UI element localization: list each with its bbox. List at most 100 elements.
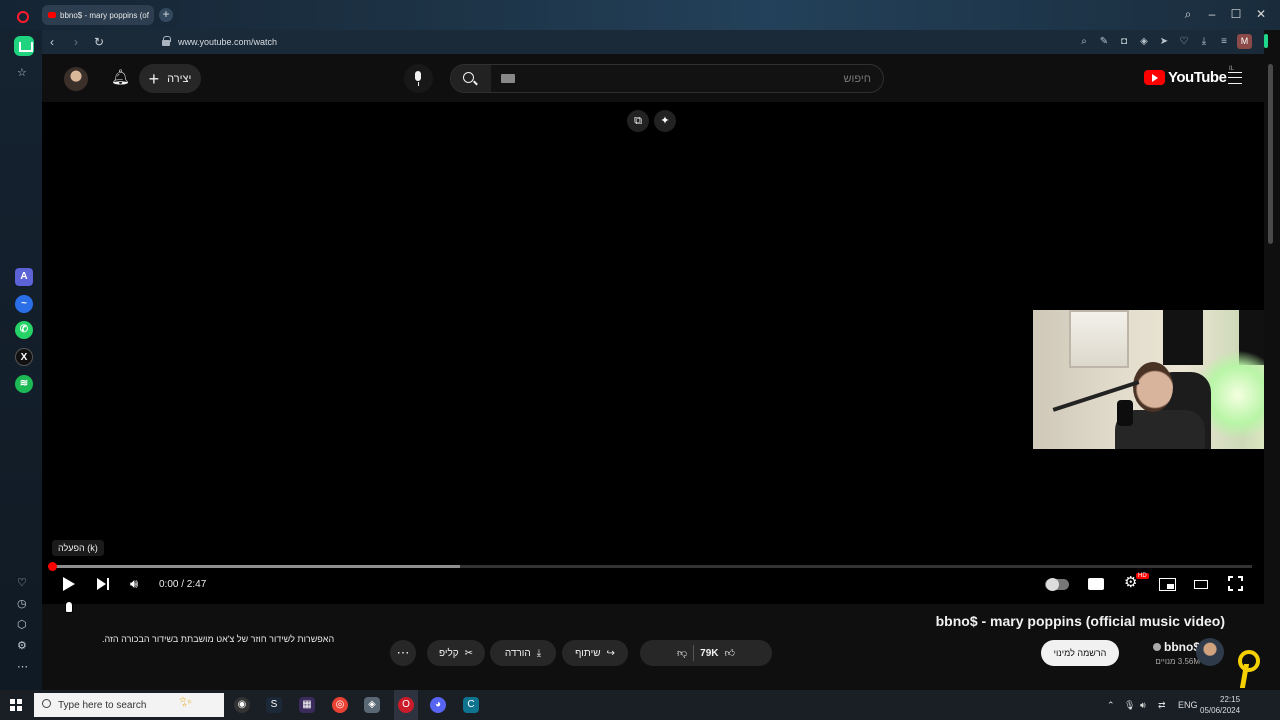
camera-icon[interactable]: ◘ — [1118, 36, 1130, 47]
spotify-icon[interactable]: ≋ — [15, 375, 33, 393]
lock-icon[interactable] — [162, 36, 171, 46]
whatsapp-icon[interactable]: ✆ — [15, 321, 33, 339]
app-icon[interactable]: ▦ — [299, 697, 315, 713]
like-count[interactable]: 79K — [700, 648, 718, 659]
dislike-icon[interactable]: 👎︎ — [677, 647, 687, 659]
clip-button[interactable]: קליפ ✂ — [427, 640, 485, 666]
discord-icon[interactable]: ◕ — [430, 697, 446, 713]
subscriber-count: 3.56M מנויים — [1155, 657, 1200, 666]
plus-icon: + — [148, 68, 160, 89]
bell-icon[interactable]: 🔔︎ — [111, 68, 130, 86]
play-button[interactable] — [62, 574, 76, 594]
url-field[interactable]: www.youtube.com/watch — [178, 37, 277, 47]
chrome-icon[interactable]: ◎ — [332, 697, 348, 713]
hd-badge: HD — [1136, 573, 1149, 579]
scrollbar-thumb[interactable] — [1268, 64, 1273, 244]
youtube-logo-text: YouTube — [1168, 69, 1227, 86]
obs-icon[interactable]: ◉ — [234, 697, 250, 713]
search-icon — [42, 699, 51, 708]
opera-sidebar: ☆ A ~ ✆ X ≋ ♡ ◷ ⬡ ⚙ ⋯ — [0, 30, 42, 690]
edit-icon[interactable]: ✎ — [1098, 36, 1110, 47]
channel-avatar[interactable] — [1196, 638, 1224, 666]
next-button[interactable] — [96, 574, 112, 594]
steam-icon[interactable]: S — [266, 697, 282, 713]
progress-bar[interactable] — [52, 565, 1252, 568]
taskbar-clock[interactable]: 22:15 05/06/2024 — [1200, 694, 1240, 716]
download-button[interactable]: הורדה ⤓ — [490, 640, 556, 666]
favorites-icon[interactable]: ♡ — [17, 576, 27, 589]
like-icon[interactable]: 👍︎ — [725, 647, 735, 659]
account-avatar[interactable] — [64, 67, 88, 91]
video-player[interactable]: ⧉ ✦ הפעלה (k) 🔊︎ 0:00 / 2:47 ⚙ HD — [42, 102, 1264, 604]
reload-icon[interactable]: ↻ — [94, 35, 104, 49]
windows-start-icon[interactable] — [10, 699, 22, 711]
volume-tray-icon[interactable]: 🔊︎ — [1140, 700, 1146, 711]
youtube-logo[interactable]: YouTube — [1144, 69, 1227, 86]
keyboard-icon[interactable] — [501, 74, 515, 83]
autoplay-toggle[interactable] — [1045, 578, 1069, 591]
tab-youtube[interactable]: bbno$ - mary poppins (of — [42, 5, 154, 25]
menu-icon[interactable] — [1228, 72, 1242, 84]
x-icon[interactable]: X — [15, 348, 33, 366]
youtube-page: 🔔︎ יצירה + YouTube IL ⧉ ✦ — [42, 54, 1264, 690]
pin-icon[interactable]: ☆ — [17, 66, 27, 79]
messenger-icon[interactable]: ~ — [15, 295, 33, 313]
fullscreen-icon[interactable] — [1228, 576, 1243, 591]
search-input[interactable] — [521, 69, 871, 88]
voice-search-button[interactable] — [404, 64, 433, 93]
more-actions-button[interactable]: ⋯ — [390, 640, 416, 666]
create-button[interactable]: יצירה + — [139, 64, 201, 93]
search-button[interactable] — [451, 65, 491, 92]
profile-avatar[interactable]: M — [1237, 34, 1252, 49]
minimize-button[interactable]: – — [1204, 7, 1220, 21]
download-icon[interactable]: ⤓ — [1198, 36, 1210, 47]
more-icon[interactable]: ⋯ — [17, 660, 28, 673]
opera-logo-icon[interactable] — [17, 11, 29, 23]
home-icon[interactable] — [14, 36, 34, 56]
miniplayer-icon[interactable] — [1159, 578, 1176, 591]
opera-taskbar-icon[interactable]: O — [398, 697, 414, 713]
ai-sparkle-icon[interactable]: ✦ — [654, 110, 676, 132]
like-dislike-group: 👎︎ 79K 👍︎ — [640, 640, 772, 666]
subtitles-icon[interactable] — [1088, 578, 1104, 590]
volume-icon[interactable]: 🔊︎ — [130, 574, 148, 594]
channel-name-row[interactable]: bbno$ — [1140, 640, 1200, 654]
extensions-icon[interactable]: ⬡ — [17, 618, 27, 631]
language-indicator[interactable]: ENG — [1178, 700, 1198, 710]
mic-tray-icon[interactable]: 🎙︎ — [1124, 700, 1135, 711]
opera-ai-indicator[interactable] — [1264, 34, 1268, 48]
channel-name: bbno$ — [1164, 640, 1200, 654]
webcam-overlay — [1033, 310, 1264, 449]
theater-mode-icon[interactable] — [1194, 580, 1208, 589]
lens-icon[interactable]: ⌕ — [1078, 36, 1090, 47]
send-icon[interactable]: ➤ — [1158, 36, 1170, 47]
new-tab-button[interactable]: + — [159, 8, 173, 22]
network-icon[interactable]: ⇄ — [1158, 700, 1166, 711]
share-button[interactable]: שיתוף ↪ — [562, 640, 628, 666]
tray-chevron-icon[interactable]: ⌃ — [1107, 700, 1115, 711]
forward-icon[interactable]: › — [74, 35, 78, 49]
subscribe-button[interactable]: הרשמה למינוי — [1041, 640, 1119, 666]
share-icon: ↪ — [606, 647, 615, 659]
taskbar-search[interactable]: Type here to search ✨︎ — [34, 693, 224, 717]
back-icon[interactable]: ‹ — [50, 35, 54, 49]
settings-icon[interactable]: ⚙ — [17, 639, 27, 652]
page-scrollbar[interactable] — [1264, 54, 1280, 690]
time-display: 0:00 / 2:47 — [159, 579, 207, 590]
mouse-cursor-icon — [65, 601, 73, 613]
maximize-button[interactable]: ☐ — [1228, 7, 1244, 21]
shield-icon[interactable]: ◈ — [1138, 36, 1150, 47]
close-button[interactable]: ✕ — [1253, 7, 1269, 21]
browser-search-icon[interactable]: ⌕ — [1180, 7, 1196, 22]
windows-taskbar: Type here to search ✨︎ ◉ S ▦ ◎ ◈ O ◕ C ⌃… — [0, 690, 1280, 720]
clock-date: 05/06/2024 — [1200, 706, 1241, 715]
youtube-play-icon — [1144, 70, 1165, 85]
history-icon[interactable]: ◷ — [17, 597, 27, 610]
cursor-app-icon[interactable]: C — [463, 697, 479, 713]
easy-setup-icon[interactable]: ≡ — [1218, 36, 1230, 47]
scrubber-handle[interactable] — [48, 562, 57, 571]
miniplayer-top-icon[interactable]: ⧉ — [627, 110, 649, 132]
shield-app-icon[interactable]: ◈ — [364, 697, 380, 713]
aria-icon[interactable]: A — [15, 268, 33, 286]
heart-icon[interactable]: ♡ — [1178, 36, 1190, 47]
